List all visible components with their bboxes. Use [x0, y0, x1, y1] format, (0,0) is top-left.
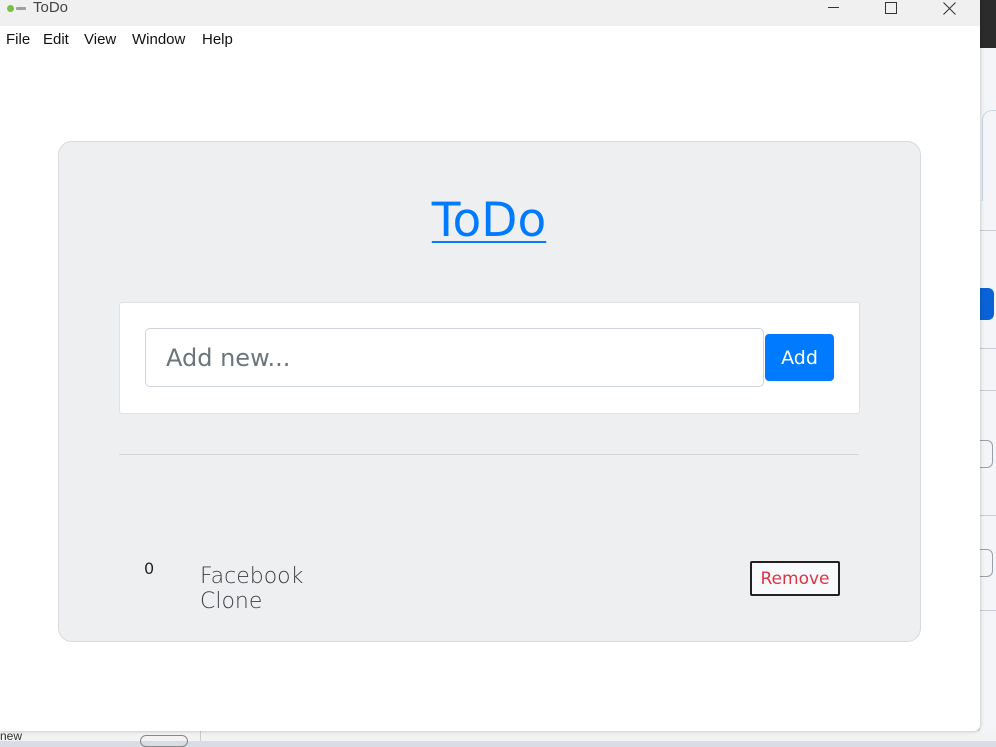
menu-edit[interactable]: Edit — [43, 31, 69, 48]
background-divider — [980, 515, 996, 516]
menu-bar: File Edit View Window Help — [0, 26, 980, 54]
divider — [119, 454, 859, 455]
minimize-icon — [827, 6, 839, 8]
title-bar[interactable]: ToDo — [0, 0, 980, 26]
background-divider — [980, 390, 996, 391]
menu-window[interactable]: Window — [132, 31, 185, 48]
new-todo-input[interactable] — [145, 328, 764, 387]
close-icon — [943, 1, 957, 15]
background-control — [980, 549, 993, 577]
app-logo-icon — [7, 4, 27, 14]
minimize-button[interactable] — [804, 0, 862, 18]
background-button — [980, 288, 994, 320]
background-desktop-strip — [980, 0, 996, 741]
background-bottom-strip: new — [0, 729, 996, 747]
menu-file[interactable]: File — [6, 31, 30, 48]
background-divider — [980, 348, 996, 349]
page-title-link[interactable]: ToDo — [432, 193, 546, 248]
app-window: ToDo File Edit View Window Help ToDo Add… — [0, 0, 980, 731]
remove-button[interactable]: Remove — [750, 561, 840, 596]
todo-text: Facebook Clone — [200, 564, 304, 614]
background-divider — [980, 230, 996, 231]
maximize-button[interactable] — [862, 0, 920, 18]
menu-view[interactable]: View — [84, 31, 116, 48]
background-divider — [200, 731, 201, 741]
close-button[interactable] — [921, 0, 979, 18]
todo-index: 0 — [144, 559, 155, 578]
background-control — [140, 735, 188, 747]
background-divider — [980, 610, 996, 611]
background-control — [980, 440, 993, 468]
background-illustration — [982, 110, 996, 201]
background-dark-bar — [980, 0, 996, 48]
menu-help[interactable]: Help — [202, 31, 233, 48]
add-button[interactable]: Add — [765, 334, 834, 381]
page-title: ToDo — [0, 193, 978, 248]
window-title: ToDo — [33, 0, 69, 16]
maximize-icon — [885, 1, 897, 14]
